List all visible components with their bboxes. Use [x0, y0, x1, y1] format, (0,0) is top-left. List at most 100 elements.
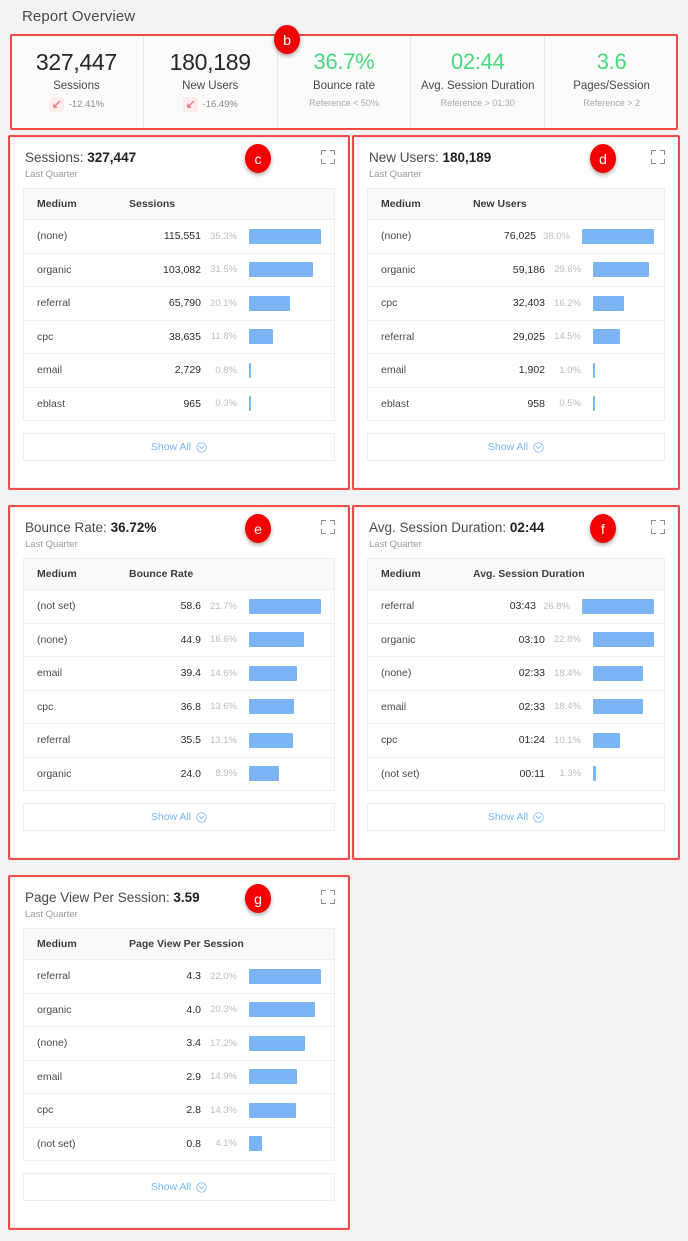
row-medium: email: [381, 364, 407, 377]
expand-icon[interactable]: [321, 520, 335, 534]
kpi-cell: 180,189 New Users -16.49%: [144, 36, 278, 128]
kpi-reference: Reference > 2: [583, 98, 640, 108]
kpi-value: 3.6: [596, 49, 627, 74]
row-bar: [582, 598, 654, 614]
row-bar: [249, 766, 279, 782]
metric-table: Medium Page View Per Session referral 4.3 22…: [23, 928, 335, 1161]
table-row: (not set) 00:11 1.3%: [368, 758, 664, 791]
show-all-button[interactable]: Show All: [367, 433, 665, 461]
row-medium: cpc: [37, 700, 54, 713]
row-percent: 10.1%: [554, 734, 581, 746]
column-header-medium: Medium: [37, 198, 77, 210]
row-bar-cell: [245, 1035, 334, 1051]
expand-icon[interactable]: [321, 890, 335, 904]
annotation-badge: g: [245, 884, 271, 913]
card-subtitle: Last Quarter: [369, 169, 422, 180]
card-title-value: 02:44: [509, 520, 545, 535]
row-percent: 13.6%: [210, 701, 237, 713]
row-bar: [593, 699, 643, 715]
row-percent: 14.9%: [210, 1071, 237, 1083]
row-medium: referral: [37, 734, 71, 747]
row-value: 00:11: [519, 767, 546, 780]
row-percent: 26.8%: [543, 600, 570, 612]
row-medium: email: [37, 364, 63, 377]
show-all-button[interactable]: Show All: [23, 803, 335, 831]
row-medium: email: [381, 700, 407, 713]
row-medium: organic: [37, 263, 72, 276]
show-all-button[interactable]: Show All: [23, 1173, 335, 1201]
row-value: 958: [527, 397, 545, 410]
show-all-label: Show All: [150, 441, 192, 453]
row-medium: organic: [381, 633, 416, 646]
row-medium: organic: [37, 767, 72, 780]
row-percent: 20.3%: [210, 1004, 237, 1016]
row-medium: referral: [381, 330, 415, 343]
annotation-badge: b: [274, 25, 300, 54]
row-value: 103,082: [163, 263, 201, 276]
show-all-button[interactable]: Show All: [367, 803, 665, 831]
table-row: email 39.4 14.6%: [24, 657, 334, 691]
row-bar-cell: [245, 699, 334, 715]
row-value: 03:10: [518, 633, 545, 646]
kpi-summary-strip: 327,447 Sessions -12.41% 180,189 New Users -1…: [10, 36, 678, 128]
row-value: 4.3: [186, 970, 201, 983]
row-bar-cell: [245, 228, 334, 244]
row-bar-cell: [589, 362, 664, 378]
row-bar-cell: [245, 1002, 334, 1018]
row-bar-cell: [245, 968, 334, 984]
chevron-down-circle-icon: [196, 441, 207, 453]
kpi-label: New Users: [182, 80, 239, 92]
row-value: 2.9: [186, 1070, 201, 1083]
kpi-value: 36.7%: [313, 49, 375, 74]
metric-table: Medium Bounce Rate (not set) 58.6 21.7% (none…: [23, 558, 335, 791]
row-bar-cell: [245, 598, 334, 614]
expand-icon[interactable]: [651, 150, 665, 164]
table-row: cpc 32,403 16.2%: [368, 287, 664, 321]
row-medium: (not set): [381, 767, 420, 780]
expand-icon[interactable]: [321, 150, 335, 164]
kpi-delta: -16.49%: [182, 97, 238, 112]
annotation-badge: d: [590, 144, 616, 173]
row-value: 4.0: [186, 1003, 201, 1016]
kpi-cell: 36.7% Bounce rate Reference < 50%: [278, 36, 412, 128]
table-row: eblast 958 0.5%: [368, 388, 664, 421]
page-title: Report Overview: [22, 8, 136, 25]
row-bar-cell: [245, 732, 334, 748]
table-header-row: Medium Page View Per Session: [24, 929, 334, 960]
table-row: (none) 3.4 17.2%: [24, 1027, 334, 1061]
arrow-down-left-icon: [48, 97, 64, 112]
table-row: (none) 76,025 38.0%: [368, 220, 664, 254]
table-row: organic 103,082 31.5%: [24, 254, 334, 287]
report-card: Page View Per Session: 3.59 Last Quarter M…: [10, 877, 348, 1228]
row-percent: 0.3%: [215, 398, 237, 410]
row-value: 2,729: [174, 364, 201, 377]
row-value: 58.6: [180, 600, 201, 613]
kpi-cell: 3.6 Pages/Session Reference > 2: [545, 36, 678, 128]
expand-icon[interactable]: [651, 520, 665, 534]
row-bar: [593, 396, 595, 412]
row-bar-cell: [589, 295, 664, 311]
show-all-button[interactable]: Show All: [23, 433, 335, 461]
table-row: eblast 965 0.3%: [24, 388, 334, 421]
row-bar-cell: [245, 1069, 334, 1085]
table-row: referral 4.3 22.0%: [24, 960, 334, 994]
row-percent: 22.0%: [210, 970, 237, 982]
row-medium: referral: [37, 970, 71, 983]
row-medium: (none): [381, 230, 412, 243]
card-title-value: 180,189: [442, 150, 492, 165]
card-title: Avg. Session Duration: 02:44: [369, 520, 663, 535]
kpi-value: 327,447: [35, 49, 117, 75]
row-percent: 8.9%: [215, 768, 237, 780]
column-header-medium: Medium: [37, 568, 77, 580]
row-medium: eblast: [37, 397, 66, 410]
card-header: Avg. Session Duration: 02:44 Last Quarter: [355, 508, 677, 558]
row-bar-cell: [245, 1136, 334, 1152]
row-bar: [249, 1002, 316, 1018]
row-bar: [249, 1069, 298, 1085]
row-bar: [593, 665, 643, 681]
row-bar-cell: [245, 396, 334, 412]
show-all-label: Show All: [487, 811, 529, 823]
row-bar: [582, 228, 654, 244]
column-header-metric: Sessions: [129, 198, 176, 210]
row-percent: 1.3%: [559, 768, 581, 780]
